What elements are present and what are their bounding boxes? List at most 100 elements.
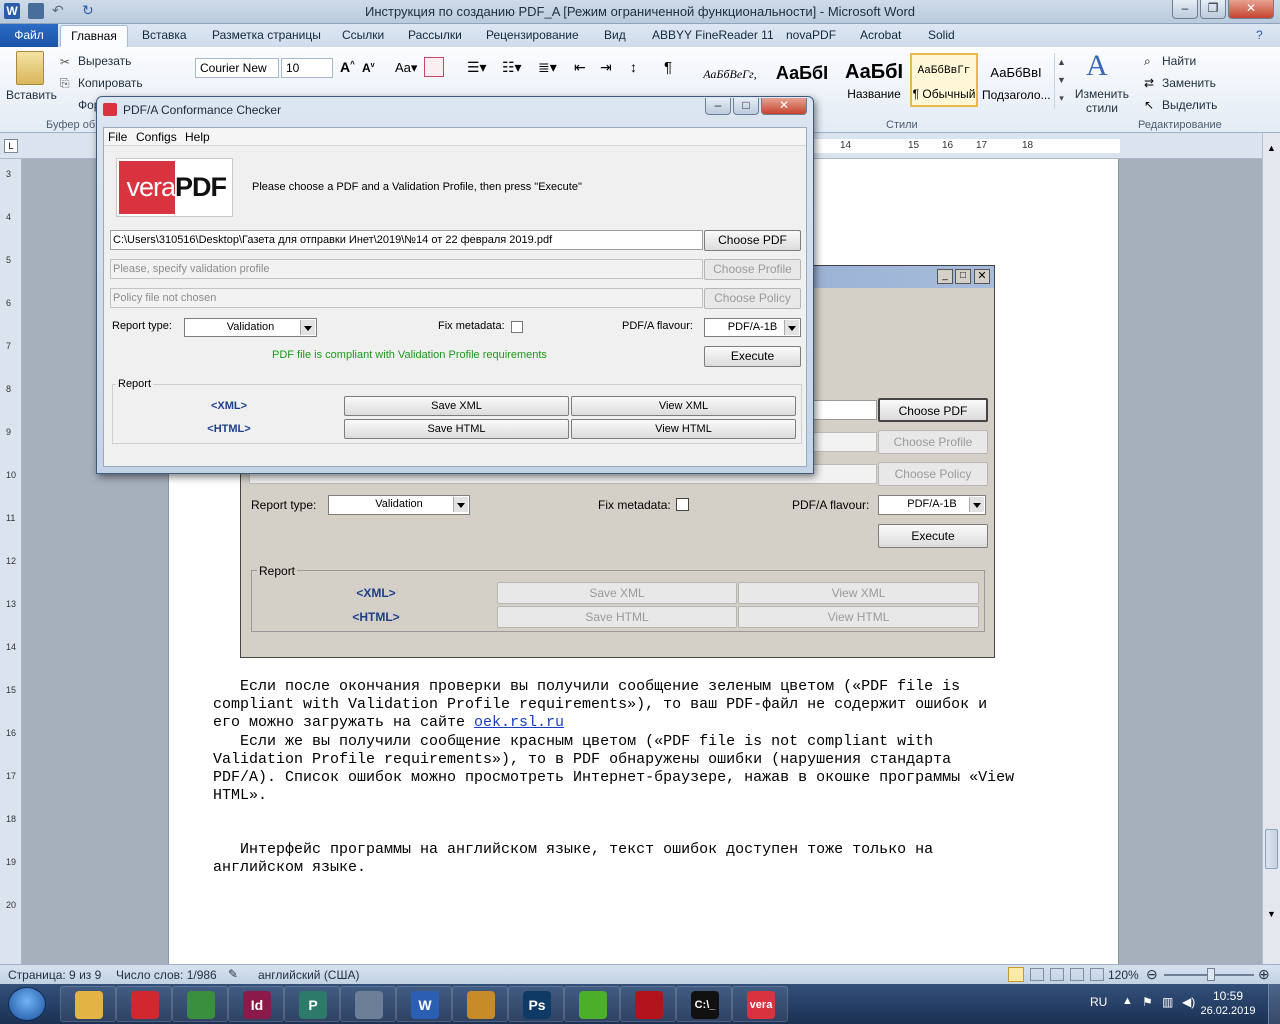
taskbar-app-indesign[interactable]: Id	[228, 986, 284, 1022]
style-tile-normal[interactable]: АаБбВвГг ¶ Обычный	[910, 53, 978, 107]
taskbar-app-photoshop[interactable]: Ps	[508, 986, 564, 1022]
paste-label[interactable]: Вставить	[6, 88, 57, 102]
page-count[interactable]: Страница: 9 из 9	[8, 968, 101, 982]
grow-font-icon[interactable]: A^	[340, 59, 355, 75]
sort-icon[interactable]: ↕	[630, 59, 637, 75]
style-tile-title[interactable]: АаБбI Название	[840, 53, 908, 107]
tab-review[interactable]: Рецензирование	[480, 28, 585, 42]
maximize-button[interactable]: ❐	[1200, 0, 1226, 19]
font-name-combo[interactable]: Courier New	[195, 58, 279, 78]
replace-button[interactable]: Заменить	[1162, 76, 1216, 90]
pdf-path-field[interactable]: C:\Users\310516\Desktop\Газета для отпра…	[110, 230, 703, 250]
save-html-button[interactable]: Save HTML	[344, 419, 569, 439]
policy-field[interactable]: Policy file not chosen	[110, 288, 703, 308]
language-indicator[interactable]: RU	[1090, 995, 1107, 1009]
tab-selector[interactable]: L	[4, 139, 18, 153]
styles-scroll[interactable]: ▲ ▼ ▾	[1054, 53, 1068, 109]
view-html-button[interactable]: View HTML	[571, 419, 796, 439]
zoom-in-icon[interactable]: ⊕	[1258, 966, 1270, 983]
minimize-button[interactable]: –	[1172, 0, 1198, 19]
change-styles-button[interactable]: Изменить стили	[1072, 87, 1132, 115]
verapdf-maximize-button[interactable]: □	[733, 98, 759, 115]
tab-novapdf[interactable]: novaPDF	[780, 28, 842, 42]
tab-view[interactable]: Вид	[598, 28, 632, 42]
tray-expand-icon[interactable]: ▲	[1122, 995, 1133, 1007]
start-button[interactable]	[8, 987, 46, 1021]
taskbar-app-utorrent[interactable]	[564, 986, 620, 1022]
site-link[interactable]: oek.rsl.ru	[474, 714, 564, 731]
tab-abbyy[interactable]: ABBYY FineReader 11	[646, 28, 780, 42]
select-button[interactable]: Выделить	[1162, 98, 1217, 112]
cut-button[interactable]: Вырезать	[78, 54, 131, 68]
font-size-combo[interactable]: 10	[281, 58, 333, 78]
menu-configs[interactable]: Configs	[136, 130, 177, 144]
proofing-icon[interactable]: ✎	[228, 967, 238, 981]
print-layout-view-button[interactable]	[1008, 967, 1024, 982]
scroll-thumb[interactable]	[1265, 829, 1278, 869]
clock-time[interactable]: 10:59	[1200, 989, 1256, 1003]
increase-indent-icon[interactable]: ⇥	[600, 59, 612, 76]
taskbar-app-chrome[interactable]	[172, 986, 228, 1022]
action-center-icon[interactable]: ⚑	[1142, 995, 1153, 1009]
network-icon[interactable]: ▥	[1162, 995, 1173, 1009]
taskbar-app-cmd[interactable]: C:\_	[676, 986, 732, 1022]
view-xml-button[interactable]: View XML	[571, 396, 796, 416]
paste-icon[interactable]	[16, 51, 44, 85]
report-type-select[interactable]: Validation	[184, 318, 317, 337]
tab-acrobat[interactable]: Acrobat	[854, 28, 907, 42]
taskbar-app-file-explorer[interactable]	[60, 986, 116, 1022]
numbering-icon[interactable]: ☷▾	[502, 59, 522, 76]
choose-profile-button[interactable]: Choose Profile	[704, 259, 801, 280]
tab-references[interactable]: Ссылки	[336, 28, 390, 42]
verapdf-close-button[interactable]: ✕	[761, 98, 807, 115]
outline-view-button[interactable]	[1070, 968, 1084, 981]
taskbar-app-word[interactable]: W	[396, 986, 452, 1022]
style-tile-subtitle[interactable]: АаБбВвI Подзаголо...	[982, 53, 1051, 107]
menu-file[interactable]: File	[108, 130, 127, 144]
verapdf-minimize-button[interactable]: –	[705, 98, 731, 115]
decrease-indent-icon[interactable]: ⇤	[574, 59, 586, 76]
scroll-down-arrow[interactable]: ▼	[1265, 909, 1278, 923]
help-icon[interactable]: ?	[1256, 28, 1263, 42]
vertical-scrollbar[interactable]: ▲ ▼	[1262, 133, 1280, 964]
taskbar-app-acrobat[interactable]	[620, 986, 676, 1022]
tab-file[interactable]: Файл	[0, 24, 58, 47]
tab-home[interactable]: Главная	[60, 25, 128, 48]
web-layout-view-button[interactable]	[1050, 968, 1064, 981]
execute-button[interactable]: Execute	[704, 346, 801, 367]
change-styles-icon[interactable]: A	[1086, 49, 1108, 83]
flavour-select[interactable]: PDF/A-1B	[704, 318, 801, 337]
multilevel-list-icon[interactable]: ≣▾	[538, 59, 557, 76]
volume-icon[interactable]: ◀)	[1182, 995, 1195, 1009]
word-count[interactable]: Число слов: 1/986	[116, 968, 217, 982]
copy-button[interactable]: Копировать	[78, 76, 143, 90]
scroll-up-arrow[interactable]: ▲	[1265, 143, 1278, 159]
show-marks-icon[interactable]: ¶	[664, 59, 672, 76]
zoom-level[interactable]: 120%	[1108, 968, 1139, 982]
fix-metadata-checkbox[interactable]	[511, 321, 523, 333]
close-button[interactable]: ✕	[1228, 0, 1274, 19]
profile-field[interactable]: Please, specify validation profile	[110, 259, 703, 279]
taskbar-app-publisher[interactable]: P	[284, 986, 340, 1022]
clear-format-icon[interactable]	[424, 57, 444, 77]
find-button[interactable]: Найти	[1162, 54, 1196, 68]
full-screen-view-button[interactable]	[1030, 968, 1044, 981]
change-case-icon[interactable]: Aa▾	[395, 60, 417, 76]
clock-date[interactable]: 26.02.2019	[1196, 1005, 1260, 1017]
zoom-slider-thumb[interactable]	[1207, 968, 1215, 981]
taskbar-app-record-app[interactable]	[116, 986, 172, 1022]
choose-pdf-button[interactable]: Choose PDF	[704, 230, 801, 251]
taskbar-app-verapdf[interactable]: vera	[732, 986, 788, 1022]
taskbar-app-paint[interactable]	[452, 986, 508, 1022]
menu-help[interactable]: Help	[185, 130, 210, 144]
show-desktop-button[interactable]	[1268, 984, 1280, 1024]
language[interactable]: английский (США)	[258, 968, 359, 982]
draft-view-button[interactable]	[1090, 968, 1104, 981]
bullets-icon[interactable]: ☰▾	[467, 59, 487, 76]
tab-insert[interactable]: Вставка	[136, 28, 193, 42]
choose-policy-button[interactable]: Choose Policy	[704, 288, 801, 309]
shrink-font-icon[interactable]: Av	[362, 61, 375, 75]
tab-mailings[interactable]: Рассылки	[402, 28, 468, 42]
save-xml-button[interactable]: Save XML	[344, 396, 569, 416]
tab-page-layout[interactable]: Разметка страницы	[206, 28, 327, 42]
